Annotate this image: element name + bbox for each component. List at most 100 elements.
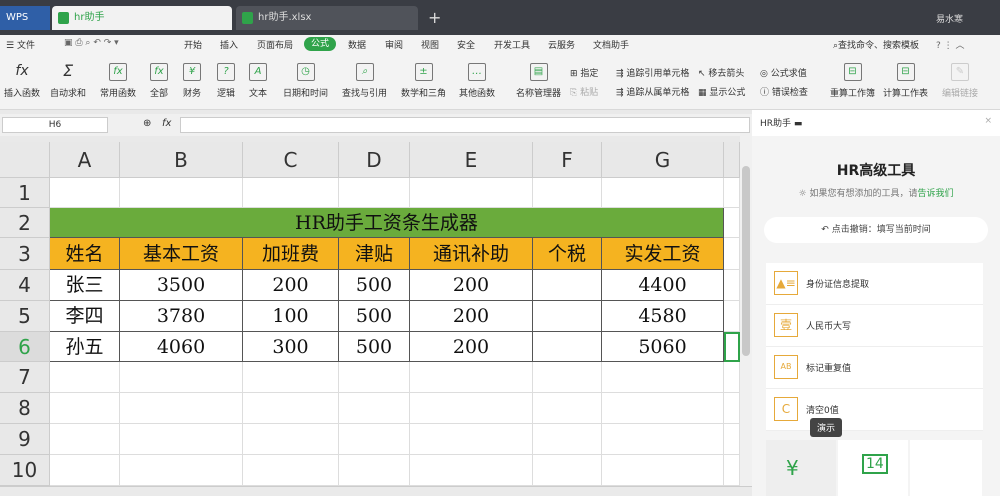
menu-data[interactable]: 数据	[348, 38, 366, 51]
column-header-B[interactable]: B	[120, 142, 243, 178]
menu-insert[interactable]: 插入	[220, 38, 238, 51]
cell[interactable]: 姓名	[50, 238, 120, 270]
row-header-10[interactable]: 10	[0, 455, 50, 486]
name-box[interactable]: H6	[2, 117, 108, 133]
autosum-button[interactable]: Σ 自动求和	[50, 63, 86, 100]
cell[interactable]	[50, 362, 120, 393]
all-functions-button[interactable]: fx 全部	[150, 63, 168, 99]
cell[interactable]	[50, 455, 120, 486]
cell[interactable]	[724, 362, 740, 393]
sheet-title-cell[interactable]: HR助手工资条生成器	[50, 208, 724, 238]
cell[interactable]	[339, 424, 410, 455]
cell[interactable]: 津贴	[339, 238, 410, 270]
cell[interactable]	[533, 178, 602, 208]
row-header-3[interactable]: 3	[0, 238, 50, 270]
zoom-icon[interactable]: ⊕	[143, 118, 151, 129]
column-header-C[interactable]: C	[243, 142, 339, 178]
cell[interactable]	[339, 178, 410, 208]
cell[interactable]	[533, 424, 602, 455]
cell[interactable]	[533, 393, 602, 424]
cell[interactable]	[243, 178, 339, 208]
cell[interactable]: 300	[243, 332, 339, 362]
financial-button[interactable]: ¥ 财务	[183, 63, 201, 99]
text-button[interactable]: A 文本	[249, 63, 267, 99]
row-header-6[interactable]: 6	[0, 332, 50, 362]
quick-access-icons[interactable]: ▣ ⎙ ⌕ ↶ ↷ ▾	[64, 38, 119, 48]
cell[interactable]	[724, 332, 740, 362]
scroll-thumb[interactable]	[742, 166, 750, 356]
menu-security[interactable]: 安全	[457, 38, 475, 51]
cell[interactable]: 4400	[602, 270, 724, 301]
cell[interactable]	[243, 362, 339, 393]
cell[interactable]	[120, 362, 243, 393]
recalc-workbook-button[interactable]: ⊟ 重算工作簿	[830, 63, 875, 99]
insert-function-button[interactable]: fx 插入函数	[4, 63, 40, 99]
cell[interactable]: 100	[243, 301, 339, 332]
column-header-H[interactable]	[724, 142, 740, 178]
cell[interactable]	[724, 455, 740, 486]
tool-card-more[interactable]	[910, 440, 982, 496]
cell[interactable]	[410, 424, 533, 455]
define-button[interactable]: ⊞ 指定	[570, 66, 598, 79]
cell[interactable]	[602, 178, 724, 208]
column-header-A[interactable]: A	[50, 142, 120, 178]
cell[interactable]	[602, 424, 724, 455]
column-header-F[interactable]: F	[533, 142, 602, 178]
column-header-D[interactable]: D	[339, 142, 410, 178]
sheet-tab-bar[interactable]	[0, 486, 752, 496]
cell[interactable]: 200	[410, 270, 533, 301]
trace-dependents-button[interactable]: ⇶ 追踪从属单元格	[616, 85, 689, 98]
cell[interactable]: 3500	[120, 270, 243, 301]
tool-id-extract[interactable]: ▲≡ 身份证信息提取	[766, 263, 983, 305]
menu-start[interactable]: 开始	[184, 38, 202, 51]
menu-doc-helper[interactable]: 文档助手	[593, 38, 629, 51]
cell[interactable]	[724, 270, 740, 301]
cell[interactable]	[410, 178, 533, 208]
row-header-5[interactable]: 5	[0, 301, 50, 332]
cell[interactable]: 200	[410, 301, 533, 332]
formula-input[interactable]	[180, 117, 750, 133]
cell[interactable]: 孙五	[50, 332, 120, 362]
remove-arrows-button[interactable]: ↖ 移去箭头	[698, 66, 744, 79]
user-name[interactable]: 易水寒	[936, 12, 963, 25]
cell[interactable]	[243, 455, 339, 486]
cell[interactable]	[339, 393, 410, 424]
column-header-G[interactable]: G	[602, 142, 724, 178]
cell[interactable]: 500	[339, 332, 410, 362]
cell[interactable]	[410, 393, 533, 424]
cell[interactable]: 200	[243, 270, 339, 301]
search-command[interactable]: ⌕查找命令、搜索模板	[833, 38, 919, 51]
lookup-button[interactable]: ⌕ 查找与引用	[342, 63, 387, 99]
evaluate-formula-button[interactable]: ◎ 公式求值	[760, 66, 807, 79]
cell[interactable]	[243, 424, 339, 455]
select-all-corner[interactable]	[0, 142, 50, 178]
wps-home-button[interactable]: WPS	[0, 6, 50, 30]
cell[interactable]	[724, 301, 740, 332]
cell[interactable]	[533, 455, 602, 486]
menu-developer[interactable]: 开发工具	[494, 38, 530, 51]
other-functions-button[interactable]: … 其他函数	[459, 63, 495, 99]
cell[interactable]	[120, 393, 243, 424]
cell[interactable]: 3780	[120, 301, 243, 332]
cell[interactable]: 基本工资	[120, 238, 243, 270]
cell[interactable]: 4580	[602, 301, 724, 332]
cell[interactable]	[120, 455, 243, 486]
cell[interactable]	[533, 332, 602, 362]
show-formulas-button[interactable]: ▦ 显示公式	[698, 85, 745, 98]
cell[interactable]: 5060	[602, 332, 724, 362]
undo-button[interactable]: ↶ 点击撤销：填写当前时间	[764, 217, 988, 243]
cell[interactable]	[120, 178, 243, 208]
cell[interactable]	[602, 393, 724, 424]
row-header-8[interactable]: 8	[0, 393, 50, 424]
cell[interactable]: 500	[339, 270, 410, 301]
cell[interactable]	[50, 178, 120, 208]
tool-card-salary[interactable]: ¥	[766, 440, 836, 496]
cell[interactable]	[724, 393, 740, 424]
cell[interactable]	[724, 208, 740, 238]
close-icon[interactable]: ×	[984, 116, 992, 126]
tool-mark-duplicates[interactable]: AB 标记重复值	[766, 347, 983, 389]
error-check-button[interactable]: ⓘ 错误检查	[760, 85, 808, 98]
row-header-9[interactable]: 9	[0, 424, 50, 455]
cell[interactable]	[50, 393, 120, 424]
tool-card-date[interactable]: 14	[838, 440, 908, 496]
